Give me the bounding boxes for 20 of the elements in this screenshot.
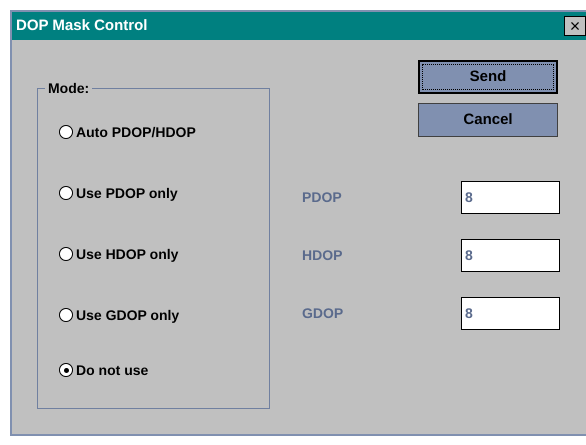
radio-button[interactable] — [59, 308, 73, 322]
value-field[interactable]: 8 — [461, 296, 560, 330]
radio-button[interactable] — [59, 247, 73, 261]
close-button[interactable]: × — [564, 16, 586, 36]
dialog-button[interactable]: Cancel — [418, 103, 558, 137]
field-label: PDOP — [302, 188, 342, 206]
radio-option[interactable]: Use GDOP only — [59, 303, 196, 327]
dialog-button[interactable]: Send — [418, 60, 558, 94]
value-field[interactable]: 8 — [461, 238, 560, 272]
radio-option[interactable]: Use HDOP only — [59, 242, 196, 266]
radio-option[interactable]: Do not use — [59, 358, 196, 382]
radio-button[interactable] — [59, 125, 73, 139]
field-label: GDOP — [302, 304, 344, 322]
value-field[interactable]: 8 — [461, 180, 560, 214]
radio-option[interactable]: Use PDOP only — [59, 181, 196, 205]
radio-button[interactable] — [59, 186, 73, 200]
field-label: HDOP — [302, 246, 342, 264]
window-title: DOP Mask Control — [16, 16, 148, 36]
radio-button[interactable] — [59, 363, 73, 377]
radio-option[interactable]: Auto PDOP/HDOP — [59, 120, 196, 144]
